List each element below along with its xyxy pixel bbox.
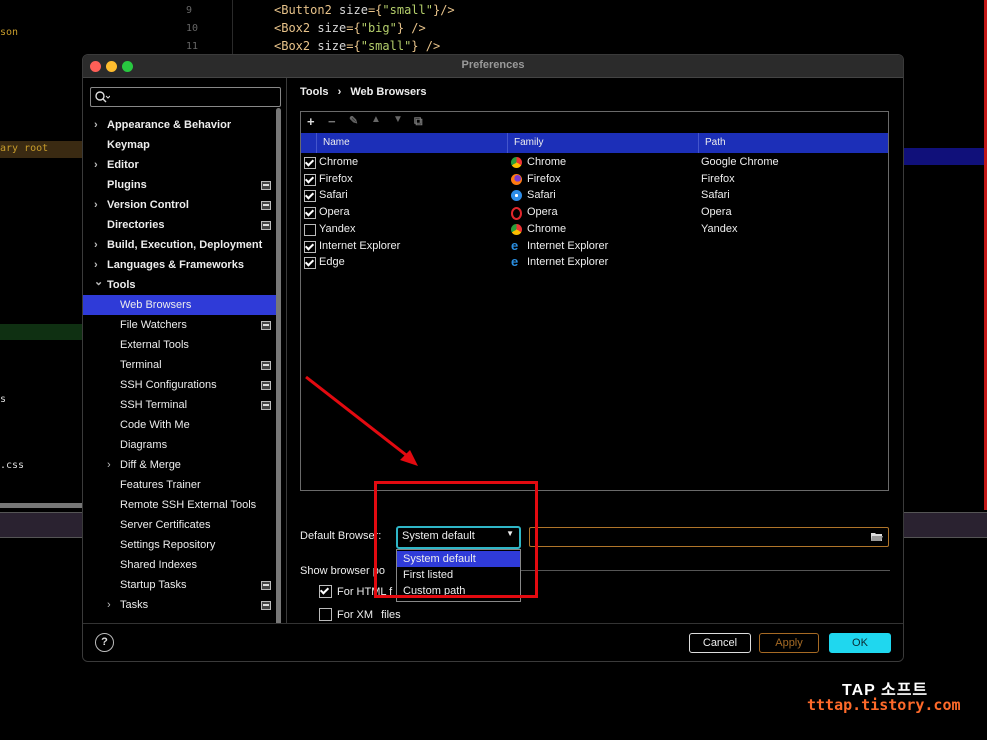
- annotation-highlight-box: [374, 481, 538, 598]
- annotation-arrow: [305, 375, 418, 466]
- watermark-url: tttap.tistory.com: [807, 696, 961, 714]
